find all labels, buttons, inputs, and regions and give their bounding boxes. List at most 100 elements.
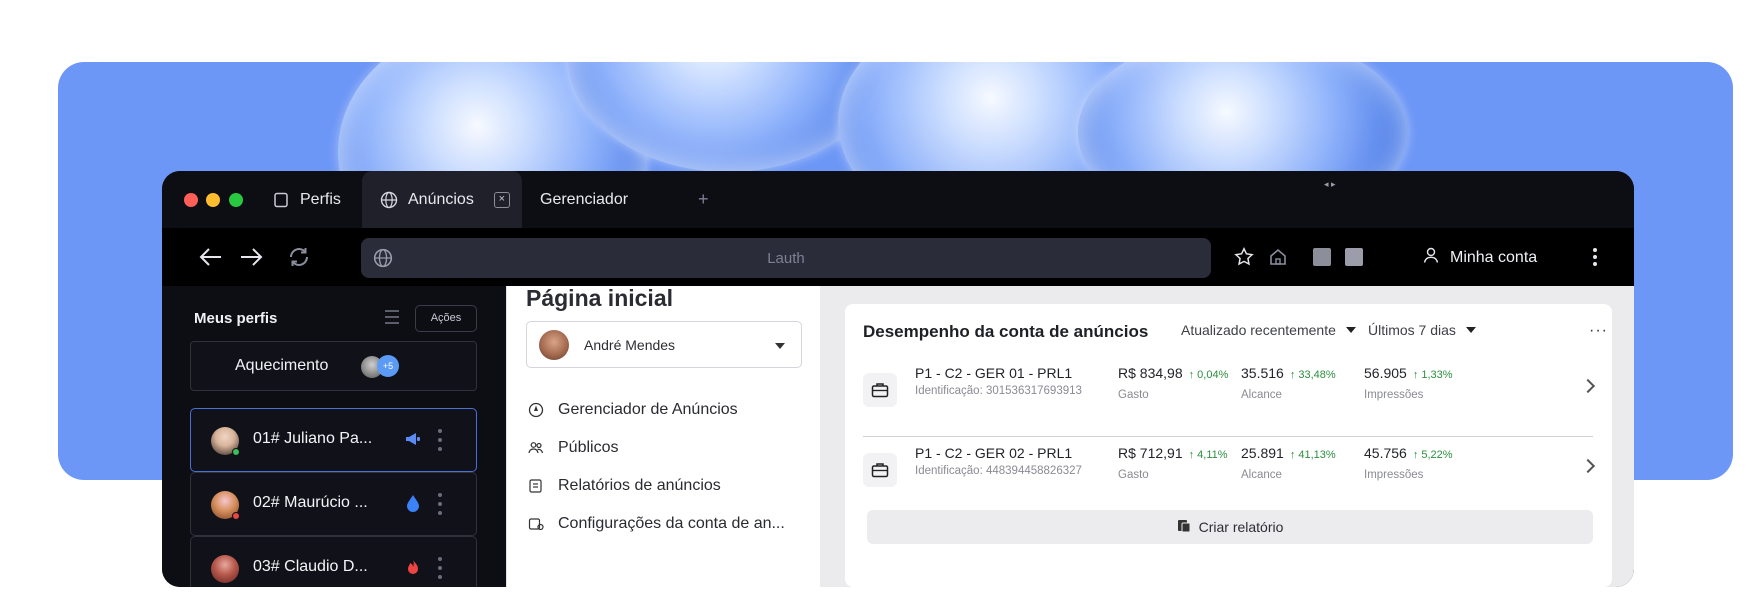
profiles-sidebar: Meus perfis Ações Aquecimento +5 01# Jul… bbox=[162, 286, 506, 587]
list-menu-icon[interactable] bbox=[385, 310, 399, 326]
metric-change: ↑ 33,48% bbox=[1289, 369, 1336, 381]
tab-anuncios[interactable]: Anúncios × bbox=[362, 171, 522, 228]
page-title: Página inicial bbox=[526, 285, 673, 311]
nav-link-account-settings[interactable]: Configurações da conta de an... bbox=[526, 513, 785, 535]
metric-change: ↑ 41,13% bbox=[1289, 449, 1336, 461]
briefcase-icon bbox=[863, 453, 897, 487]
profile-item-2[interactable]: 02# Maurúcio ... bbox=[190, 472, 477, 536]
profile-name: 02# Maurúcio ... bbox=[253, 494, 368, 511]
report-icon bbox=[1177, 519, 1191, 536]
plus-icon: + bbox=[698, 189, 709, 209]
navigation-bar: Lauth Minha conta bbox=[162, 228, 1634, 286]
briefcase-icon bbox=[863, 373, 897, 407]
nav-link-label: Gerenciador de Anúncios bbox=[558, 401, 738, 418]
metric-value: R$ 712,91 bbox=[1118, 445, 1183, 461]
metric-value: 56.905 bbox=[1364, 365, 1407, 381]
ad-account-row[interactable]: P1 - C2 - GER 02 - PRL1 Identificação: 4… bbox=[863, 439, 1596, 509]
create-report-label: Criar relatório bbox=[1198, 519, 1284, 535]
group-label: Aquecimento bbox=[235, 357, 329, 374]
maximize-window-button[interactable] bbox=[229, 193, 243, 207]
tab-label: Perfis bbox=[300, 190, 341, 208]
tab-gerenciador[interactable]: Gerenciador bbox=[540, 171, 660, 228]
metric-label: Alcance bbox=[1241, 389, 1282, 401]
kebab-menu-icon[interactable] bbox=[1590, 244, 1600, 270]
back-arrow-icon[interactable] bbox=[198, 244, 224, 270]
metric-value: 45.756 bbox=[1364, 445, 1407, 461]
nav-link-audiences[interactable]: Públicos bbox=[526, 437, 618, 459]
resize-handle[interactable]: ◂ ▸ bbox=[1324, 171, 1354, 197]
metric-change: ↑ 1,33% bbox=[1412, 369, 1453, 381]
period-filter-dropdown[interactable]: Últimos 7 dias bbox=[1368, 322, 1476, 338]
account-button[interactable]: Minha conta bbox=[1422, 246, 1537, 269]
account-id: Identificação: 448394458826327 bbox=[915, 465, 1082, 477]
metric-value: 25.891 bbox=[1241, 445, 1284, 461]
compass-icon bbox=[526, 400, 546, 420]
metric-reach: 25.891 ↑ 41,13% Alcance bbox=[1241, 445, 1336, 481]
resize-arrows-icon: ◂ ▸ bbox=[1324, 178, 1336, 189]
new-tab-button[interactable]: + bbox=[698, 171, 718, 228]
nav-link-label: Relatórios de anúncios bbox=[558, 477, 721, 494]
close-tab-icon[interactable]: × bbox=[493, 191, 510, 208]
updated-filter-dropdown[interactable]: Atualizado recentemente bbox=[1181, 322, 1356, 338]
extension-icon[interactable] bbox=[1344, 244, 1364, 270]
facebook-nav-pane: Página inicial André Mendes Gerenciador … bbox=[506, 285, 820, 587]
card-title: Desempenho da conta de anúncios bbox=[863, 322, 1149, 341]
profile-menu-icon[interactable] bbox=[438, 557, 442, 579]
account-name: P1 - C2 - GER 02 - PRL1 bbox=[915, 445, 1073, 461]
nav-link-label: Públicos bbox=[558, 439, 619, 456]
metric-label: Impressões bbox=[1364, 469, 1424, 481]
filter-label: Últimos 7 dias bbox=[1368, 322, 1456, 338]
chevron-down-icon bbox=[775, 343, 785, 349]
ad-account-row[interactable]: P1 - C2 - GER 01 - PRL1 Identificação: 3… bbox=[863, 359, 1596, 429]
nav-link-reports[interactable]: Relatórios de anúncios bbox=[526, 475, 721, 497]
close-window-button[interactable] bbox=[184, 193, 198, 207]
drop-icon bbox=[403, 493, 423, 513]
metric-reach: 35.516 ↑ 33,48% Alcance bbox=[1241, 365, 1336, 401]
nav-link-label: Configurações da conta de an... bbox=[558, 515, 785, 532]
square-icon bbox=[272, 191, 290, 209]
tab-perfis[interactable]: Perfis bbox=[272, 171, 362, 228]
extension-icon[interactable] bbox=[1312, 244, 1332, 270]
forward-arrow-icon[interactable] bbox=[238, 244, 264, 270]
account-id: Identificação: 301536317693913 bbox=[915, 385, 1082, 397]
chevron-right-icon[interactable] bbox=[1580, 378, 1596, 394]
minimize-window-button[interactable] bbox=[206, 193, 220, 207]
filter-label: Atualizado recentemente bbox=[1181, 322, 1336, 338]
user-selector[interactable]: André Mendes bbox=[526, 321, 802, 368]
globe-icon bbox=[380, 191, 398, 209]
star-bookmark-icon[interactable] bbox=[1232, 244, 1256, 270]
avatar bbox=[539, 330, 569, 360]
divider bbox=[863, 436, 1593, 437]
metric-label: Gasto bbox=[1118, 469, 1149, 481]
metric-impressions: 56.905 ↑ 1,33% Impressões bbox=[1364, 365, 1453, 401]
account-name: P1 - C2 - GER 01 - PRL1 bbox=[915, 365, 1073, 381]
chevron-right-icon[interactable] bbox=[1580, 458, 1596, 474]
home-icon[interactable] bbox=[1266, 244, 1290, 270]
metric-label: Gasto bbox=[1118, 389, 1149, 401]
profile-group-aquecimento[interactable]: Aquecimento +5 bbox=[190, 341, 477, 391]
metric-change: ↑ 5,22% bbox=[1412, 449, 1453, 461]
tab-label: Gerenciador bbox=[540, 190, 629, 208]
profile-name: 03# Claudio D... bbox=[253, 558, 368, 575]
profile-name: 01# Juliano Pa... bbox=[253, 430, 373, 447]
more-options-icon[interactable]: ··· bbox=[1589, 322, 1608, 340]
tab-label: Anúncios bbox=[408, 190, 474, 208]
profile-menu-icon[interactable] bbox=[438, 429, 442, 451]
reload-icon[interactable] bbox=[285, 244, 313, 270]
nav-link-ads-manager[interactable]: Gerenciador de Anúncios bbox=[526, 399, 738, 421]
profile-item-3[interactable]: 03# Claudio D... bbox=[190, 536, 477, 587]
create-report-button[interactable]: Criar relatório bbox=[867, 510, 1593, 544]
actions-button[interactable]: Ações bbox=[415, 305, 477, 332]
profile-item-1[interactable]: 01# Juliano Pa... bbox=[190, 408, 477, 472]
user-name: André Mendes bbox=[584, 337, 676, 353]
megaphone-icon bbox=[403, 429, 423, 449]
browser-window: Perfis Anúncios × Gerenciador + ◂ ▸ Laut… bbox=[162, 171, 1634, 587]
settings-icon bbox=[526, 514, 546, 534]
sidebar-title: Meus perfis bbox=[194, 310, 278, 327]
account-label: Minha conta bbox=[1450, 248, 1538, 266]
profile-menu-icon[interactable] bbox=[438, 493, 442, 515]
metric-value: 35.516 bbox=[1241, 365, 1284, 381]
avatar bbox=[211, 555, 239, 583]
metric-label: Impressões bbox=[1364, 389, 1424, 401]
address-bar[interactable]: Lauth bbox=[361, 238, 1211, 278]
